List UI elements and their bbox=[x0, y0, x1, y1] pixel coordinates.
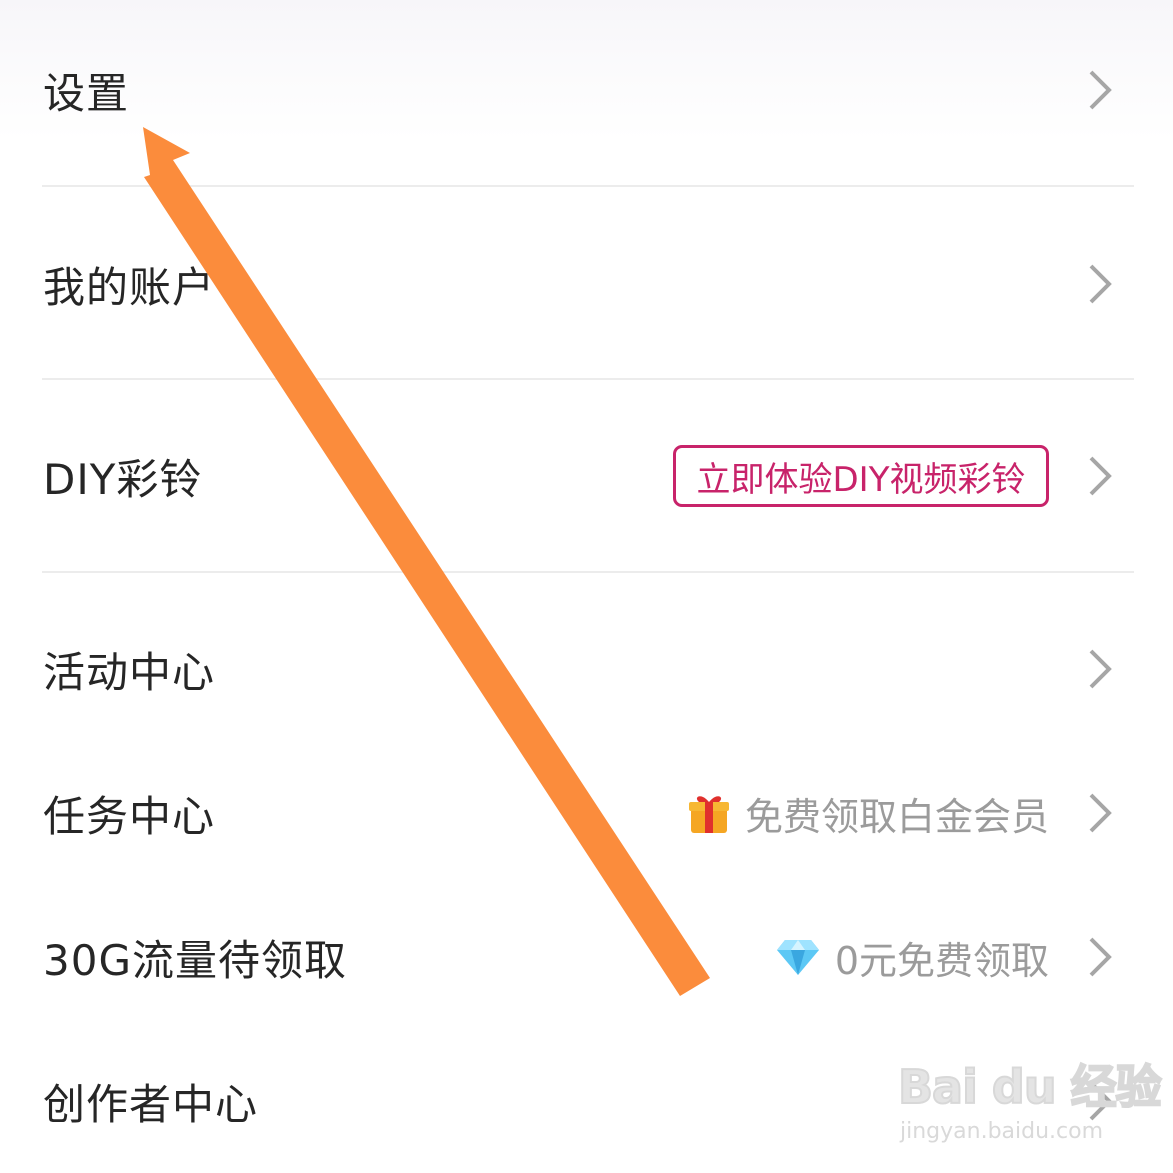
menu-item-settings[interactable]: 设置 bbox=[0, 40, 1173, 140]
menu-item-label: 30G流量待领取 bbox=[43, 935, 347, 985]
diy-promo-badge[interactable]: 立即体验DIY视频彩铃 bbox=[673, 445, 1049, 507]
divider bbox=[42, 378, 1134, 380]
watermark-logo: Bai du 经验 bbox=[897, 1059, 1163, 1115]
chevron-right-icon bbox=[1089, 937, 1112, 977]
chevron-right-icon bbox=[1089, 793, 1112, 833]
menu-item-activity-center[interactable]: 活动中心 bbox=[0, 619, 1173, 719]
gift-icon bbox=[688, 796, 729, 833]
divider bbox=[42, 185, 1134, 187]
task-hint-text: 免费领取白金会员 bbox=[744, 794, 1049, 839]
chevron-right-icon bbox=[1089, 649, 1112, 689]
watermark: Bai du 经验 jingyan.baidu.com bbox=[897, 1043, 1163, 1153]
menu-item-account[interactable]: 我的账户 bbox=[0, 234, 1173, 334]
menu-item-data-reward[interactable]: 30G流量待领取 0元免费领取 bbox=[0, 907, 1173, 1007]
menu-item-label: 活动中心 bbox=[43, 647, 216, 697]
menu-item-diy-ringtone[interactable]: DIY彩铃 立即体验DIY视频彩铃 bbox=[0, 426, 1173, 526]
chevron-right-icon bbox=[1089, 456, 1112, 496]
menu-item-label: DIY彩铃 bbox=[43, 454, 203, 504]
watermark-url: jingyan.baidu.com bbox=[900, 1119, 1104, 1144]
data-reward-hint: 0元免费领取 bbox=[775, 930, 1049, 985]
settings-menu: 设置 我的账户 DIY彩铃 立即体验DIY视频彩铃 活动中心 任务中心 免费领取… bbox=[0, 0, 1173, 1173]
task-hint: 免费领取白金会员 bbox=[687, 786, 1049, 841]
data-reward-hint-text: 0元免费领取 bbox=[834, 938, 1049, 983]
menu-item-label: 设置 bbox=[43, 68, 130, 118]
divider bbox=[42, 571, 1134, 573]
menu-item-task-center[interactable]: 任务中心 免费领取白金会员 bbox=[0, 763, 1173, 863]
diamond-icon bbox=[776, 940, 819, 975]
chevron-right-icon bbox=[1089, 264, 1112, 304]
chevron-right-icon bbox=[1089, 70, 1112, 110]
menu-item-label: 创作者中心 bbox=[43, 1079, 259, 1129]
menu-item-label: 任务中心 bbox=[43, 791, 216, 841]
menu-item-label: 我的账户 bbox=[43, 262, 216, 312]
